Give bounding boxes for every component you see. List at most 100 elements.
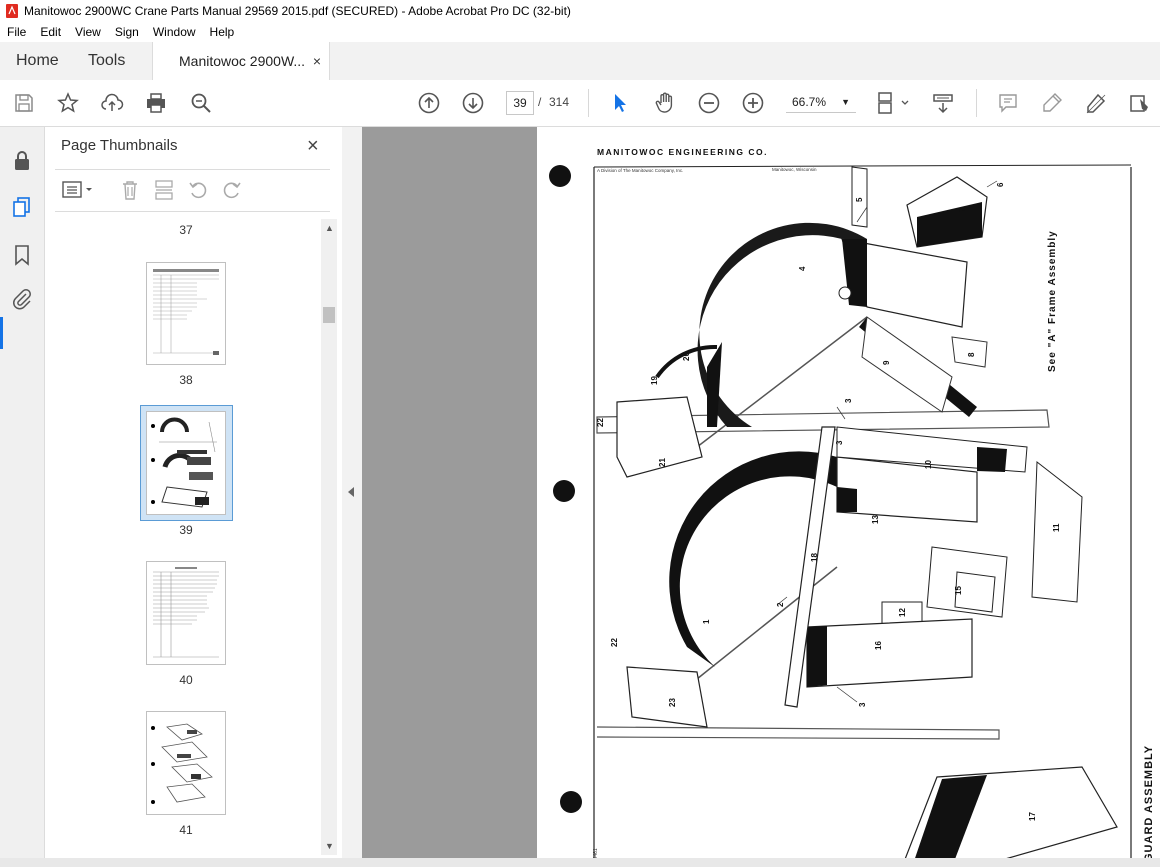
thumbnail-38-content — [153, 269, 219, 355]
rotate-right-icon[interactable] — [221, 179, 243, 201]
page-number-input[interactable]: 39 — [506, 91, 534, 115]
scroll-mode-icon[interactable] — [931, 91, 955, 115]
menu-help[interactable]: Help — [203, 25, 242, 39]
status-bar — [0, 858, 1160, 867]
menu-window[interactable]: Window — [146, 25, 203, 39]
panel-divider — [55, 211, 330, 212]
thumbnail-page-40[interactable] — [146, 561, 226, 665]
part-label-3c: 3 — [858, 702, 867, 707]
tab-close-button[interactable]: × — [313, 42, 321, 80]
attachment-icon[interactable] — [10, 287, 34, 311]
thumbnail-page-39[interactable] — [146, 411, 226, 515]
tab-home[interactable]: Home — [16, 42, 59, 80]
title-bar: Manitowoc 2900WC Crane Parts Manual 2956… — [0, 0, 1160, 22]
toolbar-divider — [588, 89, 589, 117]
part-label-10: 10 — [924, 460, 933, 469]
panel-divider — [55, 169, 330, 170]
scroll-up-icon[interactable]: ▲ — [325, 223, 334, 233]
thumbnail-40-content — [153, 567, 219, 658]
thumbnails-scroll-thumb[interactable] — [323, 307, 335, 323]
thumbnail-41-content — [151, 723, 213, 804]
part-label-18: 18 — [810, 553, 819, 562]
find-zoom-icon[interactable] — [189, 91, 213, 115]
thumbnail-page-41[interactable] — [146, 711, 226, 815]
zoom-level-value: 66.7% — [792, 95, 827, 109]
print-icon[interactable] — [144, 91, 168, 115]
page-thumbnails-icon[interactable] — [10, 195, 34, 219]
part-label-6: 6 — [996, 182, 1005, 187]
part-label-22b: 22 — [610, 638, 619, 647]
tab-tools[interactable]: Tools — [88, 42, 125, 80]
part-label-1: 1 — [702, 619, 711, 624]
tools-more-icon[interactable] — [1128, 91, 1152, 115]
part-label-23: 23 — [668, 698, 677, 707]
star-icon[interactable] — [56, 91, 80, 115]
highlight-pen-icon[interactable] — [1040, 91, 1064, 115]
acrobat-icon — [6, 4, 18, 18]
tab-bar: Home Tools Manitowoc 2900W... × — [0, 42, 1160, 81]
bookmark-icon[interactable] — [10, 243, 34, 267]
part-label-22a: 22 — [596, 418, 605, 427]
previous-page-icon[interactable] — [417, 91, 441, 115]
save-icon[interactable] — [12, 91, 36, 115]
part-label-3b: 3 — [835, 440, 844, 445]
zoom-in-icon[interactable] — [741, 91, 765, 115]
zoom-level-select[interactable]: 66.7% ▼ — [786, 91, 856, 113]
select-cursor-icon[interactable] — [608, 91, 632, 115]
part-label-16: 16 — [874, 641, 883, 650]
rail-active-indicator — [0, 317, 3, 349]
part-label-3a: 3 — [844, 398, 853, 403]
part-label-21: 21 — [658, 458, 667, 467]
main-toolbar — [0, 80, 1160, 127]
thumbnail-label-37: 37 — [179, 223, 193, 237]
part-label-9: 9 — [882, 360, 891, 365]
tab-document[interactable]: Manitowoc 2900W... × — [152, 42, 330, 80]
thumbnail-label-39: 39 — [179, 523, 193, 537]
menu-file[interactable]: File — [0, 25, 33, 39]
insert-page-icon[interactable] — [153, 179, 175, 201]
thumbnail-label-38: 38 — [179, 373, 193, 387]
part-label-15: 15 — [954, 586, 963, 595]
menu-sign[interactable]: Sign — [108, 25, 146, 39]
left-rail — [0, 127, 45, 867]
tab-document-label: Manitowoc 2900W... — [179, 53, 306, 69]
sign-pen-icon[interactable] — [1084, 91, 1108, 115]
page-total: 314 — [549, 95, 570, 109]
part-label-11: 11 — [1052, 523, 1061, 532]
thumbnail-label-40: 40 — [179, 673, 193, 687]
menu-edit[interactable]: Edit — [33, 25, 68, 39]
part-label-4: 4 — [798, 266, 807, 271]
drawing-title: GUARD ASSEMBLY — [1143, 745, 1155, 862]
thumbnails-panel-close-button[interactable]: × — [307, 135, 319, 158]
menu-bar: File Edit View Sign Window Help — [0, 22, 1160, 42]
menu-view[interactable]: View — [68, 25, 108, 39]
lock-icon[interactable] — [10, 149, 34, 173]
thumbnail-label-41: 41 — [179, 823, 193, 837]
zoom-out-icon[interactable] — [697, 91, 721, 115]
panel-splitter[interactable] — [342, 127, 362, 867]
collapse-panel-icon[interactable] — [348, 487, 354, 497]
upload-cloud-icon[interactable] — [100, 91, 124, 115]
scroll-down-icon[interactable]: ▼ — [325, 841, 334, 851]
company-location: Manitowoc, Wisconsin — [772, 167, 817, 172]
chevron-down-icon: ▼ — [841, 97, 850, 107]
comment-icon[interactable] — [996, 91, 1020, 115]
part-label-8: 8 — [967, 352, 976, 357]
thumbnail-options-icon[interactable] — [61, 179, 95, 201]
part-label-2: 2 — [776, 602, 785, 607]
toolbar-divider — [976, 89, 977, 117]
thumbnail-page-38[interactable] — [146, 262, 226, 365]
fit-page-icon[interactable] — [876, 91, 912, 115]
delete-page-icon[interactable] — [119, 179, 141, 201]
part-label-7: 7 — [958, 207, 967, 212]
rotate-left-icon[interactable] — [187, 179, 209, 201]
part-label-13: 13 — [871, 515, 880, 524]
thumbnails-panel: Page Thumbnails × 37 38 39 40 41 ▲ ▼ — [45, 127, 343, 867]
thumbnail-39-content — [151, 417, 217, 508]
page-separator: / — [538, 95, 542, 109]
company-name: MANITOWOC ENGINEERING CO. — [597, 147, 768, 157]
guard-assembly-drawing: MANITOWOC ENGINEERING CO. A Division of … — [549, 147, 1155, 867]
hand-tool-icon[interactable] — [653, 91, 677, 115]
part-label-5: 5 — [855, 197, 864, 202]
next-page-icon[interactable] — [461, 91, 485, 115]
